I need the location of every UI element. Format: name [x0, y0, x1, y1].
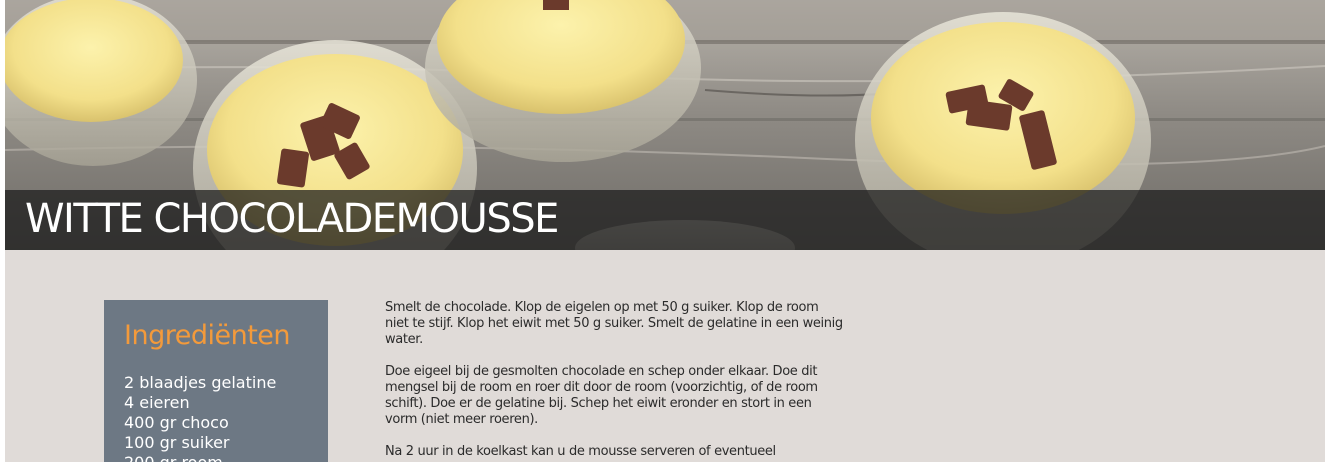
instruction-paragraph: Doe eigeel bij de gesmolten chocolade en…	[385, 364, 818, 427]
ingredient-item: 2 blaadjes gelatine	[124, 373, 277, 392]
recipe-title: WITTE CHOCOLADEMOUSSE	[25, 196, 559, 242]
ingredients-panel: Ingrediënten 2 blaadjes gelatine 4 eiere…	[104, 300, 328, 462]
ingredient-item: 4 eieren	[124, 393, 190, 412]
ingredients-list: 2 blaadjes gelatine 4 eieren 400 gr choc…	[124, 373, 308, 462]
preparation-instructions: Smelt de chocolade. Klop de eigelen op m…	[385, 300, 845, 462]
instruction-paragraph: Na 2 uur in de koelkast kan u de mousse …	[385, 444, 776, 459]
recipe-page: WITTE CHOCOLADEMOUSSE Ingrediënten 2 bla…	[5, 0, 1325, 462]
ingredient-item: 200 gr room	[124, 453, 308, 462]
recipe-hero-banner: WITTE CHOCOLADEMOUSSE	[5, 0, 1325, 250]
ingredient-item: 100 gr suiker	[124, 433, 230, 452]
ingredient-item: 400 gr choco	[124, 413, 229, 432]
instruction-paragraph: Smelt de chocolade. Klop de eigelen op m…	[385, 300, 843, 347]
ingredients-heading: Ingrediënten	[124, 320, 291, 351]
